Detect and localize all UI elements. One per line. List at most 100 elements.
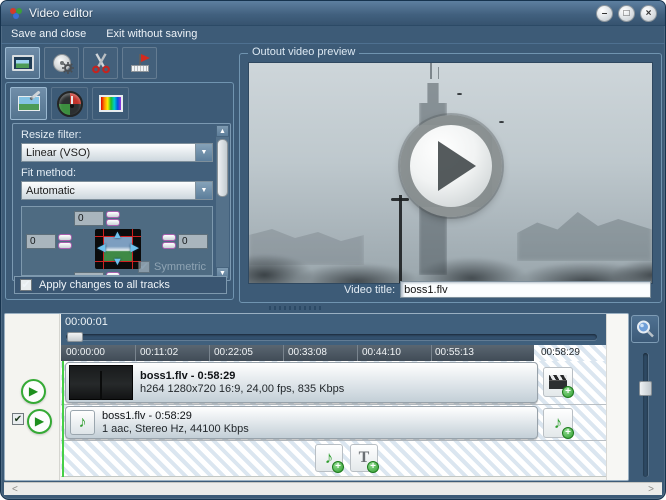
lamp-post bbox=[399, 195, 402, 283]
color-spectrum-icon bbox=[99, 95, 123, 112]
maximize-button[interactable]: □ bbox=[618, 5, 635, 22]
preview-group-label: Outout video preview bbox=[248, 46, 359, 58]
play-video-track-button[interactable]: ▶ bbox=[21, 379, 46, 404]
tab-speed[interactable] bbox=[51, 87, 88, 120]
magnifier-icon bbox=[635, 319, 655, 339]
plus-icon: + bbox=[562, 427, 574, 439]
horizontal-scrollbar[interactable]: < > bbox=[4, 482, 662, 495]
video-clip-title: boss1.flv - 0:58:29 bbox=[140, 370, 344, 383]
fit-method-value: Automatic bbox=[22, 185, 195, 197]
add-text-track-button[interactable]: T + bbox=[350, 444, 378, 472]
tab-resize-crop[interactable] bbox=[10, 87, 47, 120]
spin-down-button[interactable] bbox=[58, 242, 72, 249]
close-button[interactable]: × bbox=[640, 5, 657, 22]
video-thumbnail bbox=[69, 365, 133, 400]
fit-method-select[interactable]: Automatic ▼ bbox=[21, 181, 213, 200]
resize-filter-label: Resize filter: bbox=[21, 129, 230, 141]
output-settings-button[interactable] bbox=[5, 47, 40, 79]
crop-left-row: 0 bbox=[26, 234, 72, 249]
spin-down-button[interactable] bbox=[162, 242, 176, 249]
edit-tabs-toolbar bbox=[10, 87, 129, 120]
window-title: Video editor bbox=[29, 6, 93, 20]
play-audio-track-button[interactable]: ▶ bbox=[27, 409, 52, 434]
expand-down-icon: ▼ bbox=[112, 257, 123, 268]
playhead-cursor[interactable] bbox=[62, 361, 64, 477]
resize-settings-group: Resize filter: Linear (VSO) ▼ Fit method… bbox=[12, 123, 231, 281]
marker-button[interactable] bbox=[122, 47, 157, 79]
settings-scrollbar[interactable]: ▲ ▼ bbox=[216, 125, 229, 279]
title-bar: Video editor – □ × bbox=[1, 1, 665, 26]
ruler-end-label: 00:58:29 bbox=[541, 347, 580, 358]
video-title-row: Video title: bbox=[248, 281, 651, 298]
scroll-right-arrow[interactable]: > bbox=[648, 484, 654, 495]
plus-icon: + bbox=[562, 386, 574, 398]
position-slider-row: 00:00:01 bbox=[61, 314, 607, 345]
disc-gear-icon bbox=[53, 54, 71, 72]
spin-up-button[interactable] bbox=[162, 234, 176, 241]
spin-down-button[interactable] bbox=[106, 219, 120, 226]
preview-panel: Outout video preview Video title: bbox=[239, 53, 662, 303]
crop-preview-image: ▲ ▼ ◀ ▶ bbox=[95, 229, 141, 269]
scissors-icon bbox=[90, 52, 112, 74]
symmetric-option: ✔ Symmetric bbox=[138, 261, 206, 273]
play-overlay-button[interactable] bbox=[400, 115, 502, 217]
burn-disc-button[interactable] bbox=[44, 47, 79, 79]
resize-filter-select[interactable]: Linear (VSO) ▼ bbox=[21, 143, 213, 162]
zoom-timeline-button[interactable] bbox=[631, 315, 659, 343]
monitor-icon bbox=[12, 55, 34, 71]
scroll-left-arrow[interactable]: < bbox=[12, 484, 18, 495]
timeline-zoom-slider[interactable] bbox=[643, 353, 648, 477]
ruler-label: 00:22:05 bbox=[214, 347, 253, 358]
cut-button[interactable] bbox=[83, 47, 118, 79]
crop-right-row: 0 bbox=[160, 234, 208, 249]
zoom-slider-thumb[interactable] bbox=[639, 381, 652, 396]
flag-timeline-icon bbox=[130, 53, 150, 73]
scrollbar-thumb[interactable] bbox=[217, 139, 228, 197]
video-title-input[interactable] bbox=[400, 281, 651, 298]
add-video-button[interactable]: + bbox=[543, 367, 573, 397]
tracks-scrollbar[interactable] bbox=[606, 314, 628, 480]
chevron-down-icon[interactable]: ▼ bbox=[195, 182, 212, 199]
apply-all-checkbox[interactable]: ✔ bbox=[20, 279, 32, 291]
video-track-clip[interactable]: boss1.flv - 0:58:29 h264 1280x720 16:9, … bbox=[65, 362, 538, 403]
crop-right-field[interactable]: 0 bbox=[178, 234, 208, 249]
track-gutter: ▶ ✔ ▶ bbox=[5, 314, 60, 480]
plus-icon: + bbox=[367, 461, 379, 473]
video-title-label: Video title: bbox=[344, 284, 395, 296]
spin-up-button[interactable] bbox=[58, 234, 72, 241]
crop-margins-control: 0 0 ▲ bbox=[21, 206, 213, 276]
bird bbox=[457, 93, 462, 95]
ruler-label: 00:11:02 bbox=[140, 347, 178, 358]
spin-up-button[interactable] bbox=[106, 211, 120, 218]
ruler-label: 00:44:10 bbox=[362, 347, 401, 358]
crop-top-field[interactable]: 0 bbox=[74, 211, 104, 226]
bird bbox=[499, 121, 504, 123]
minimize-button[interactable]: – bbox=[596, 5, 613, 22]
video-editor-window: Video editor – □ × Save and close Exit w… bbox=[0, 0, 666, 500]
position-slider-thumb[interactable] bbox=[67, 332, 83, 342]
crop-top-row: 0 bbox=[74, 211, 120, 226]
ruler-label: 00:00:00 bbox=[66, 347, 105, 358]
menu-exit-without-saving[interactable]: Exit without saving bbox=[106, 28, 197, 43]
audio-track-checkbox[interactable]: ✔ bbox=[12, 413, 24, 425]
tab-color[interactable] bbox=[92, 87, 129, 120]
menu-save-and-close[interactable]: Save and close bbox=[11, 28, 86, 43]
music-note-icon: ♪ bbox=[554, 413, 563, 433]
audio-track-clip[interactable]: ♪ boss1.flv - 0:58:29 1 aac, Stereo Hz, … bbox=[65, 406, 538, 439]
video-clip-details: h264 1280x720 16:9, 24,00 fps, 835 Kbps bbox=[140, 383, 344, 396]
expand-left-icon: ◀ bbox=[97, 243, 105, 254]
time-ruler[interactable]: 00:00:00 00:11:02 00:22:05 00:33:08 00:4… bbox=[61, 345, 607, 361]
splitter-handle[interactable] bbox=[269, 306, 323, 310]
add-audio-button[interactable]: ♪ + bbox=[543, 408, 573, 438]
chevron-down-icon[interactable]: ▼ bbox=[195, 144, 212, 161]
settings-panel: Resize filter: Linear (VSO) ▼ Fit method… bbox=[5, 82, 234, 300]
crop-left-field[interactable]: 0 bbox=[26, 234, 56, 249]
gauge-icon bbox=[57, 91, 83, 117]
position-slider[interactable] bbox=[66, 334, 597, 340]
expand-right-icon: ▶ bbox=[131, 243, 139, 254]
add-audio-track-button[interactable]: ♪ + bbox=[315, 444, 343, 472]
symmetric-checkbox[interactable]: ✔ bbox=[138, 261, 150, 273]
current-position: 00:00:01 bbox=[61, 314, 607, 328]
audio-clip-details: 1 aac, Stereo Hz, 44100 Kbps bbox=[102, 423, 249, 436]
scroll-up-button[interactable]: ▲ bbox=[216, 125, 229, 137]
